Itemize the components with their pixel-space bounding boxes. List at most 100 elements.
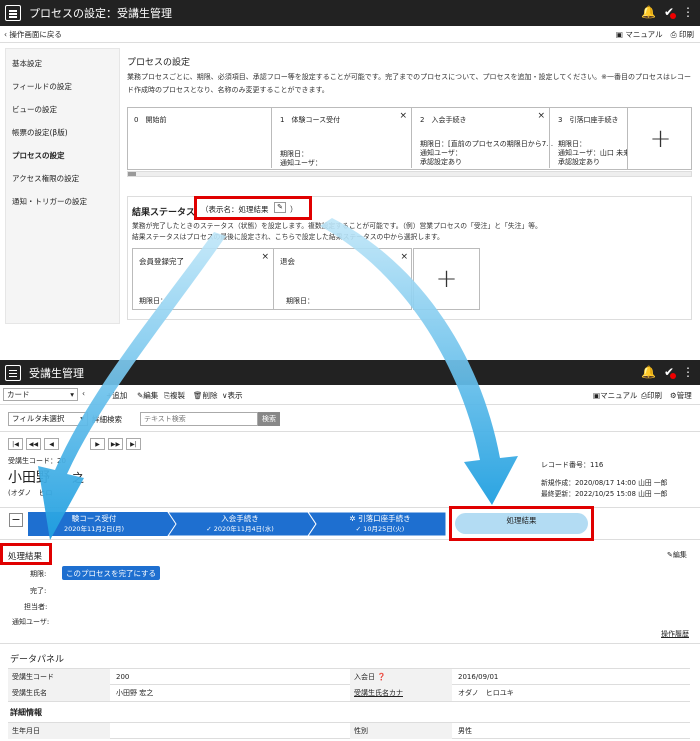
window-title: プロセスの設定：受講生管理 (29, 7, 172, 20)
process-step-name: 入会手続き (221, 514, 259, 523)
record-toolbar: カード ▾ ‹ +追加 ✎編集 ⎘複製 🗑削除 ∨表示 ▣マニュアル ⎙印刷 ⚙管… (0, 386, 700, 403)
student-name-tail: 之 (72, 471, 85, 485)
help-icon[interactable]: ❓ (377, 673, 386, 681)
add-result-button[interactable]: + (413, 248, 480, 310)
table-label[interactable]: 受講生氏名カナ (350, 685, 452, 701)
filter-bar: フィルタ未選択▾ 詳細検索 検索 (0, 404, 700, 432)
record-pager: |◀ ◀◀ ◀ (8, 438, 59, 450)
record-pager-right: ▶ ▶▶ ▶| (90, 438, 141, 450)
section-title: プロセスの設定 (127, 58, 191, 68)
last-record-button[interactable]: ▶| (126, 438, 141, 450)
add-process-button[interactable]: + (627, 108, 691, 169)
display-button[interactable]: ∨表示 (222, 390, 243, 401)
strip-scrollbar[interactable] (127, 171, 692, 177)
detail-heading: 詳細情報 (10, 708, 42, 717)
table-value: 小田野 宏之 (116, 689, 154, 697)
process-step-date: ✓ 10月25日(火) (355, 525, 405, 533)
chevron-left-icon[interactable]: ‹ (82, 389, 85, 398)
table-label: 性別 (350, 723, 452, 739)
manual-link[interactable]: ▣マニュアル (593, 390, 637, 401)
detail-search-link[interactable]: 詳細検索 (92, 414, 122, 425)
nav-report[interactable]: 帳票の設定(β版) (12, 127, 68, 138)
admin-link[interactable]: ⚙管理 (670, 390, 692, 401)
field-notify-label: 通知ユーザ: (12, 618, 50, 626)
created-info: 新規作成：2020/08/17 14:00 山田 一郎 (541, 479, 668, 487)
edit-button[interactable]: ✎編集 (137, 390, 158, 401)
process-strip: 0 開始前 1 体験コース受付 × 期限日： 通知ユーザ： 2 入会手続き × 期… (127, 107, 692, 170)
next-page-button[interactable]: ▶▶ (108, 438, 123, 450)
result-item-1[interactable]: 退会 × 期限日： (273, 249, 412, 309)
student-name: 小田野 (8, 470, 50, 486)
first-record-button[interactable]: |◀ (8, 438, 23, 450)
window-title: 受講生管理 (29, 366, 84, 380)
divider (0, 643, 700, 644)
next-record-button[interactable]: ▶ (90, 438, 105, 450)
process-step-name: ✲ 引落口座手続き (349, 514, 411, 523)
process-step-1[interactable]: 1 体験コース受付 × 期限日： 通知ユーザ： (271, 108, 411, 168)
process-step-2[interactable]: 2 入会手続き × 期限日：[直前のプロセスの期限日から7… 通知ユーザ： 承認設定… (411, 108, 553, 168)
process-step-0[interactable]: 0 開始前 (128, 108, 271, 168)
back-link[interactable]: ‹ 操作画面に戻る (4, 29, 62, 40)
nav-basic[interactable]: 基本設定 (12, 58, 42, 69)
edit-link[interactable]: ✎編集 (667, 550, 687, 560)
copy-button[interactable]: ⎘複製 (164, 390, 185, 401)
menu-icon[interactable] (5, 5, 21, 21)
nav-access[interactable]: アクセス権限の設定 (12, 173, 79, 184)
prev-record-button[interactable]: ◀ (44, 438, 59, 450)
more-vert-icon[interactable]: ⋮ (682, 365, 694, 379)
student-kana: (オダノ ヒロ (8, 489, 53, 497)
table-value: 男性 (458, 727, 472, 735)
search-input[interactable] (140, 412, 258, 426)
print-link[interactable]: ⎙印刷 (641, 390, 662, 401)
history-link[interactable]: 操作履歴 (661, 629, 689, 639)
more-vert-icon[interactable]: ⋮ (682, 5, 694, 19)
result-heading-highlight: 処理結果 (0, 543, 52, 565)
bell-icon[interactable]: 🔔 (641, 5, 656, 19)
result-item-0[interactable]: 会員登録完了 × 期限日： (133, 249, 273, 309)
close-icon[interactable]: × (537, 111, 545, 121)
close-icon[interactable]: × (400, 252, 408, 262)
filter-select[interactable]: フィルタ未選択 ▾ (8, 412, 88, 426)
prev-page-button[interactable]: ◀◀ (26, 438, 41, 450)
table-label: 生年月日 (8, 723, 110, 739)
add-button[interactable]: +追加 (106, 390, 127, 401)
menu-icon[interactable] (5, 364, 21, 381)
data-panel-title: データパネル (10, 655, 65, 665)
print-link[interactable]: ⎙ 印刷 (671, 29, 694, 40)
result-step-pill[interactable]: 処理結果 (455, 513, 588, 534)
nav-view[interactable]: ビューの設定 (12, 104, 57, 115)
field-done-label: 完了: (30, 587, 47, 595)
result-step-highlight: 処理結果 (449, 506, 594, 541)
bottom-title-bar: 受講生管理 🔔 ✔ ⋮ (0, 360, 700, 385)
result-items: 会員登録完了 × 期限日： 退会 × 期限日： (132, 248, 412, 310)
delete-button[interactable]: 🗑削除 (193, 390, 218, 401)
pencil-icon[interactable]: ✎ (274, 202, 286, 213)
bell-icon[interactable]: 🔔 (641, 365, 656, 379)
complete-process-button[interactable]: このプロセスを完了にする (62, 566, 160, 580)
field-deadline-label: 期限: (30, 570, 47, 578)
settings-sidebar: 基本設定 フィールドの設定 ビューの設定 帳票の設定(β版) プロセスの設定 ア… (5, 48, 120, 324)
close-icon[interactable]: × (261, 252, 269, 262)
updated-info: 最終更新：2022/10/25 15:08 山田 一郎 (541, 490, 668, 498)
check-icon[interactable]: ✔ (664, 365, 676, 379)
result-status-description: 業務が完了したときのステータス（状態）を設定します。複数設定することが可能です。… (132, 222, 542, 241)
table-label: 入会日 ❓ (350, 669, 452, 685)
search-button[interactable]: 検索 (258, 412, 280, 426)
section-description: 業務プロセスごとに、期限、必須項目、承認フロー等を設定することが可能です。完了ま… (127, 73, 691, 94)
close-icon[interactable]: × (399, 111, 407, 121)
display-name-highlight: （表示名：処理結果 ✎ ） (194, 196, 312, 220)
process-step-3[interactable]: 3 引落口座手続き 期限日： 通知ユーザ：山口 未来 承認設定あり (549, 108, 627, 168)
process-step-name: 験コース受付 (71, 514, 117, 523)
field-owner-label: 担当者: (24, 603, 48, 611)
table-row: 受講生氏名 小田野 宏之 受講生氏名カナ オダノ ヒロユキ (8, 685, 690, 702)
check-icon[interactable]: ✔ (664, 5, 676, 19)
collapse-button[interactable]: − (9, 513, 23, 527)
nav-notify[interactable]: 通知・トリガーの設定 (12, 196, 87, 207)
record-number: レコード番号：116 (541, 461, 604, 469)
view-select[interactable]: カード ▾ (3, 388, 78, 401)
student-code-label: 受講生コード：20 (8, 457, 66, 465)
nav-process[interactable]: プロセスの設定 (12, 150, 65, 161)
table-value (110, 723, 350, 739)
nav-field[interactable]: フィールドの設定 (12, 81, 72, 92)
manual-link[interactable]: ▣ マニュアル (616, 29, 663, 40)
